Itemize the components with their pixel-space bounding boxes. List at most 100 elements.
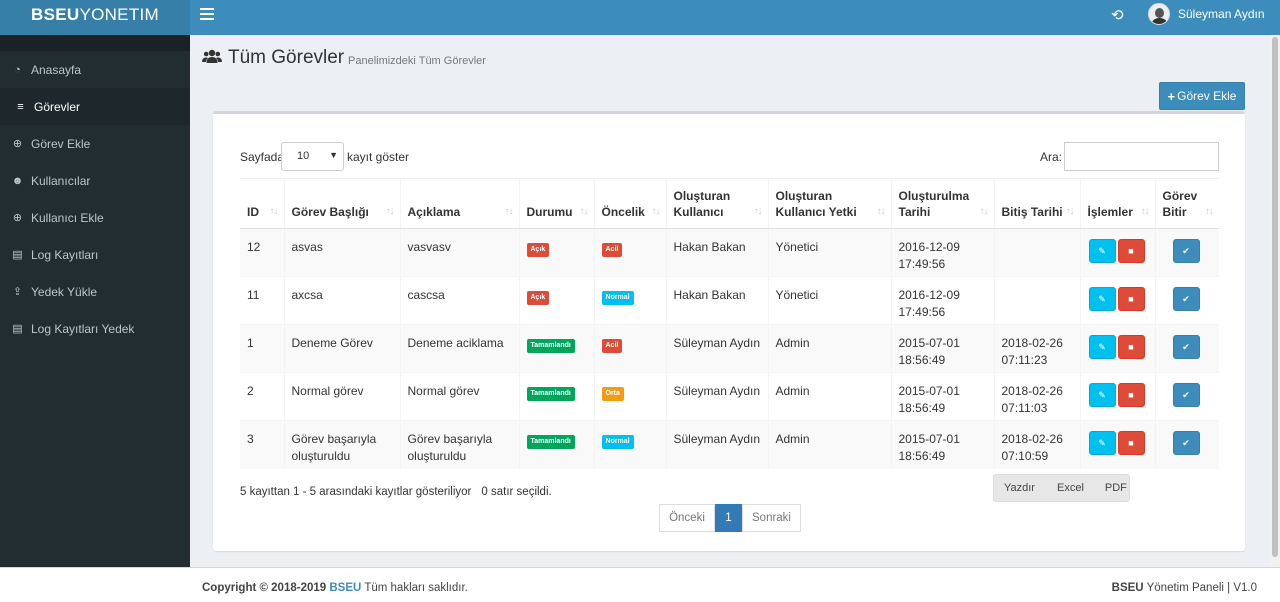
task-description: Görev başarıyla oluşturuldu — [407, 432, 493, 463]
task-id: 11 — [247, 288, 260, 302]
finish-task-button[interactable]: ✔ — [1172, 335, 1200, 359]
upload-icon: ⇪ — [12, 286, 23, 298]
hamburger-icon[interactable] — [200, 8, 214, 20]
tasks-table: ID ↑↓ Görev Başlığı ↑↓ Açıklama ↑↓ Durumu ↑↓ Önc… — [240, 178, 1219, 469]
created-by-role: Admin — [775, 432, 810, 446]
page-subtitle: Panelimizdeki Tüm Görevler — [348, 55, 486, 67]
sort-icon[interactable]: ↑↓ — [652, 204, 661, 220]
prev-page-button[interactable]: Önceki — [659, 504, 715, 532]
sidebar-item-6[interactable]: ⇪ Yedek Yükle — [0, 273, 190, 310]
pagination: Önceki 1 Sonraki — [659, 504, 801, 532]
user-avatar[interactable] — [1148, 3, 1170, 25]
table-row[interactable]: 1 Deneme Görev Deneme aciklama Tamamlandı Ac… — [240, 324, 1219, 373]
trash-icon: ■ — [1128, 437, 1134, 448]
sidebar-item-2[interactable]: ⊕ Görev Ekle — [0, 125, 190, 162]
current-page-button[interactable]: 1 — [715, 504, 742, 532]
sort-icon[interactable]: ↑↓ — [580, 204, 589, 220]
column-header[interactable]: İşlemler ↑↓ — [1079, 178, 1155, 229]
sort-icon[interactable]: ↑↓ — [1141, 204, 1150, 220]
excel-button[interactable]: Excel — [1057, 482, 1084, 494]
add-task-button[interactable]: + Görev Ekle — [1159, 82, 1245, 110]
finish-task-button[interactable]: ✔ — [1172, 383, 1200, 407]
created-by-user: Hakan Bakan — [673, 240, 746, 254]
sidebar-item-7[interactable]: ▤ Log Kayıtları Yedek — [0, 310, 190, 347]
edit-button[interactable]: ✎ — [1088, 335, 1116, 359]
column-header[interactable]: Bitiş Tarihi ↑↓ — [993, 178, 1080, 229]
delete-button[interactable]: ■ — [1117, 383, 1145, 407]
sidebar-item-label: Log Kayıtları — [31, 247, 99, 262]
delete-button[interactable]: ■ — [1117, 239, 1145, 263]
created-date: 2015-07-01 — [898, 432, 960, 446]
finish-task-button[interactable]: ✔ — [1172, 239, 1200, 263]
list-icon: ≡ — [17, 100, 24, 113]
sort-icon[interactable]: ↑↓ — [386, 204, 395, 220]
delete-button[interactable]: ■ — [1117, 431, 1145, 455]
sidebar-item-3[interactable]: ☻ Kullanıcılar — [0, 162, 190, 199]
column-header-label: Oluşturan Kullanıcı Yetki — [775, 189, 857, 219]
search-input[interactable] — [1064, 142, 1219, 171]
task-id: 12 — [247, 240, 261, 254]
column-header-label: Bitiş Tarihi — [1001, 205, 1063, 219]
delete-button[interactable]: ■ — [1117, 287, 1145, 311]
column-header-label: Oluşturulma Tarihi — [898, 189, 970, 219]
column-header-label: Durumu — [526, 205, 573, 219]
pencil-icon: ✎ — [1098, 437, 1106, 448]
dashboard-icon: ◔ — [14, 63, 21, 76]
sort-icon[interactable]: ↑↓ — [270, 204, 279, 220]
column-header[interactable]: Oluşturulma Tarihi ↑↓ — [890, 178, 994, 229]
column-header[interactable]: Durumu ↑↓ — [518, 178, 594, 229]
column-header[interactable]: Görev Başlığı ↑↓ — [283, 178, 400, 229]
sort-icon[interactable]: ↑↓ — [505, 204, 514, 220]
sort-icon[interactable]: ↑↓ — [877, 204, 886, 220]
trash-icon: ■ — [1128, 245, 1134, 256]
table-row[interactable]: 3 Görev başarıyla oluşturuldu Görev başarı… — [240, 420, 1219, 469]
user-name[interactable]: Süleyman Aydın — [1178, 7, 1265, 21]
table-row[interactable]: 11 axcsa cascsa Açık Normal Hakan Bakan Yöneti… — [240, 276, 1219, 325]
sort-icon[interactable]: ↑↓ — [754, 204, 763, 220]
finish-task-button[interactable]: ✔ — [1172, 431, 1200, 455]
column-header[interactable]: Açıklama ↑↓ — [399, 178, 519, 229]
sidebar-item-1[interactable]: ≡ Görevler — [0, 88, 190, 125]
next-page-button[interactable]: Sonraki — [742, 504, 801, 532]
sidebar-item-label: Kullanıcılar — [31, 173, 91, 188]
print-button[interactable]: Yazdır — [1004, 482, 1035, 494]
trash-icon: ■ — [1128, 341, 1134, 352]
pdf-button[interactable]: PDF — [1105, 482, 1127, 494]
app-logo[interactable]: BSEUYONETIM — [0, 0, 190, 35]
column-header[interactable]: Öncelik ↑↓ — [593, 178, 666, 229]
pencil-icon: ✎ — [1098, 293, 1106, 304]
edit-button[interactable]: ✎ — [1088, 383, 1116, 407]
column-header-label: Öncelik — [601, 205, 645, 219]
sidebar-item-5[interactable]: ▤ Log Kayıtları — [0, 236, 190, 273]
table-row[interactable]: 12 asvas vasvasv Açık Acil Hakan Bakan Yönetic… — [240, 228, 1219, 277]
created-by-role: Yönetici — [775, 240, 819, 254]
edit-button[interactable]: ✎ — [1088, 431, 1116, 455]
delete-button[interactable]: ■ — [1117, 335, 1145, 359]
column-header[interactable]: Görev Bitir ↑↓ — [1154, 178, 1219, 229]
created-by-user: Süleyman Aydın — [673, 384, 761, 398]
sidebar-item-4[interactable]: ⊕ Kullanıcı Ekle — [0, 199, 190, 236]
sidebar-item-label: Kullanıcı Ekle — [31, 210, 104, 225]
page-length-select[interactable]: 10 ▼ — [281, 142, 344, 171]
created-date: 2016-12-09 — [898, 240, 960, 254]
column-header[interactable]: Oluşturan Kullanıcı Yetki ↑↓ — [767, 178, 891, 229]
priority-badge: Acil — [601, 243, 623, 257]
table-row[interactable]: 2 Normal görev Normal görev Tamamlandı Orta S… — [240, 372, 1219, 421]
plus-circle-icon: ⊕ — [12, 138, 23, 150]
scrollbar-thumb[interactable] — [1272, 37, 1278, 557]
check-circle-icon: ✔ — [1182, 245, 1190, 256]
edit-button[interactable]: ✎ — [1088, 287, 1116, 311]
edit-button[interactable]: ✎ — [1088, 239, 1116, 263]
column-header-label: ID — [247, 205, 259, 219]
sidebar-item-0[interactable]: ◔ Anasayfa — [0, 51, 190, 88]
sort-icon[interactable]: ↑↓ — [1205, 204, 1214, 220]
created-time: 17:49:56 — [898, 305, 946, 319]
footer: Copyright © 2018-2019 BSEU Tüm hakları s… — [0, 567, 1280, 602]
column-header[interactable]: ID ↑↓ — [240, 178, 284, 229]
sort-icon[interactable]: ↑↓ — [980, 204, 989, 220]
sidebar-item-label: Görev Ekle — [31, 136, 91, 151]
column-header[interactable]: Oluşturan Kullanıcı ↑↓ — [665, 178, 768, 229]
history-icon[interactable]: ⟲ — [1111, 6, 1124, 24]
finish-task-button[interactable]: ✔ — [1172, 287, 1200, 311]
sort-icon[interactable]: ↑↓ — [1066, 204, 1075, 220]
